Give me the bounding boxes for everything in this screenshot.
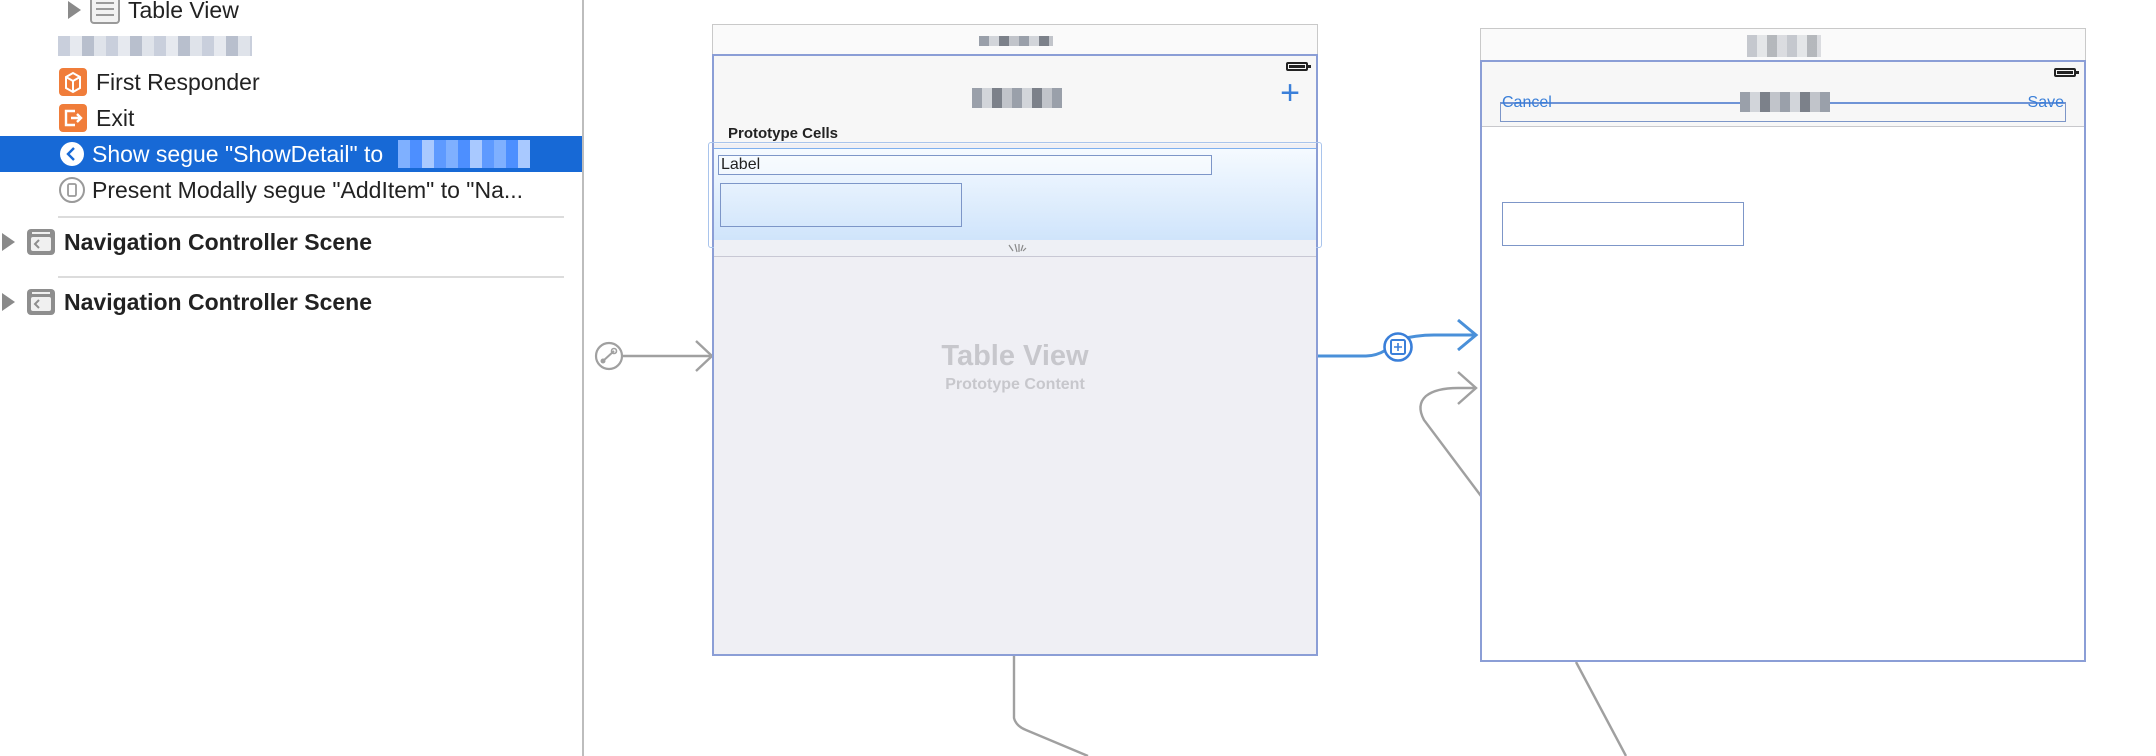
- redacted-scene-title: [979, 36, 1053, 46]
- outline-item-modal-segue[interactable]: Present Modally segue "AddItem" to "Na..…: [0, 172, 582, 208]
- section-header-label: Prototype Cells: [728, 125, 839, 142]
- scene-dock[interactable]: [1480, 28, 2086, 60]
- outline-item-label: Exit: [96, 104, 135, 131]
- navigation-bar: Cancel Save: [1482, 62, 2084, 127]
- disclosure-triangle-icon[interactable]: [2, 293, 15, 311]
- table-view-icon: [90, 0, 120, 24]
- redacted-scene-title: [1747, 35, 1821, 57]
- redacted-nav-title: [1740, 92, 1830, 112]
- disclosure-triangle-icon[interactable]: [2, 233, 15, 251]
- add-icon[interactable]: +: [1280, 76, 1300, 110]
- cell-label: Label: [721, 156, 761, 173]
- redacted-view-controller-name: [58, 36, 252, 56]
- storyboard-canvas[interactable]: + Prototype Cells Label Table View Proto…: [586, 0, 2156, 756]
- prototype-cells-header: Prototype Cells: [714, 122, 1316, 144]
- outline-item-label: First Responder: [96, 68, 260, 95]
- scene-icon: [27, 229, 55, 255]
- outline-scene-navigation-controller-2[interactable]: Navigation Controller Scene: [0, 284, 582, 320]
- prototype-cell[interactable]: Label: [714, 148, 1316, 243]
- cell-separator: [714, 240, 1316, 257]
- detail-view-controller-scene[interactable]: Cancel Save: [1480, 60, 2086, 662]
- outline-scene-navigation-controller-1[interactable]: Navigation Controller Scene: [0, 224, 582, 260]
- modal-segue-icon: [59, 177, 85, 203]
- outline-item-label: Show segue "ShowDetail" to: [92, 140, 384, 167]
- table-view-placeholder-subtitle: Prototype Content: [945, 376, 1085, 393]
- show-segue-icon: [60, 142, 84, 166]
- outline-scene-label: Navigation Controller Scene: [64, 288, 373, 315]
- first-responder-icon: [59, 68, 87, 96]
- cell-label-box[interactable]: Label: [718, 155, 1212, 175]
- modal-segue-line: [1419, 386, 1485, 501]
- outline-divider: [58, 216, 564, 218]
- outline-item-label: Present Modally segue "AddItem" to "Na..…: [92, 176, 524, 203]
- table-view-placeholder-title: Table View: [941, 340, 1089, 372]
- outline-divider: [58, 276, 564, 278]
- segue-badge-icon[interactable]: [1382, 331, 1414, 363]
- scene-icon: [27, 289, 55, 315]
- outline-item-table-view[interactable]: Table View: [0, 0, 582, 28]
- outline-item-label: Table View: [128, 0, 239, 23]
- outgoing-segue-line: [1012, 656, 1089, 756]
- disclosure-triangle-icon[interactable]: [68, 1, 81, 19]
- outline-item-show-segue[interactable]: Show segue "ShowDetail" to: [0, 136, 582, 172]
- outline-item-exit[interactable]: Exit: [0, 100, 582, 136]
- battery-icon: [2054, 68, 2079, 77]
- outline-item-view-controller[interactable]: [0, 28, 582, 64]
- battery-icon: [1286, 62, 1311, 71]
- outgoing-segue-line: [1574, 661, 1628, 756]
- outline-item-first-responder[interactable]: First Responder: [0, 64, 582, 100]
- document-outline: Table View First Responder Exit Show seg…: [0, 0, 584, 756]
- resize-handle-icon[interactable]: [1006, 242, 1028, 254]
- navigation-bar: +: [714, 56, 1316, 123]
- save-button[interactable]: Save: [2028, 94, 2064, 112]
- relationship-segue-icon[interactable]: [594, 341, 624, 371]
- redacted-segue-destination: [398, 140, 530, 168]
- scene-dock[interactable]: [712, 24, 1318, 54]
- text-field-placeholder[interactable]: [1502, 202, 1744, 246]
- cell-content-view[interactable]: [720, 183, 962, 227]
- redacted-nav-title: [972, 88, 1062, 108]
- outline-scene-label: Navigation Controller Scene: [64, 228, 373, 255]
- table-view-controller-scene[interactable]: + Prototype Cells Label Table View Proto…: [708, 54, 1322, 656]
- exit-icon: [59, 104, 87, 132]
- cancel-button[interactable]: Cancel: [1502, 94, 1552, 112]
